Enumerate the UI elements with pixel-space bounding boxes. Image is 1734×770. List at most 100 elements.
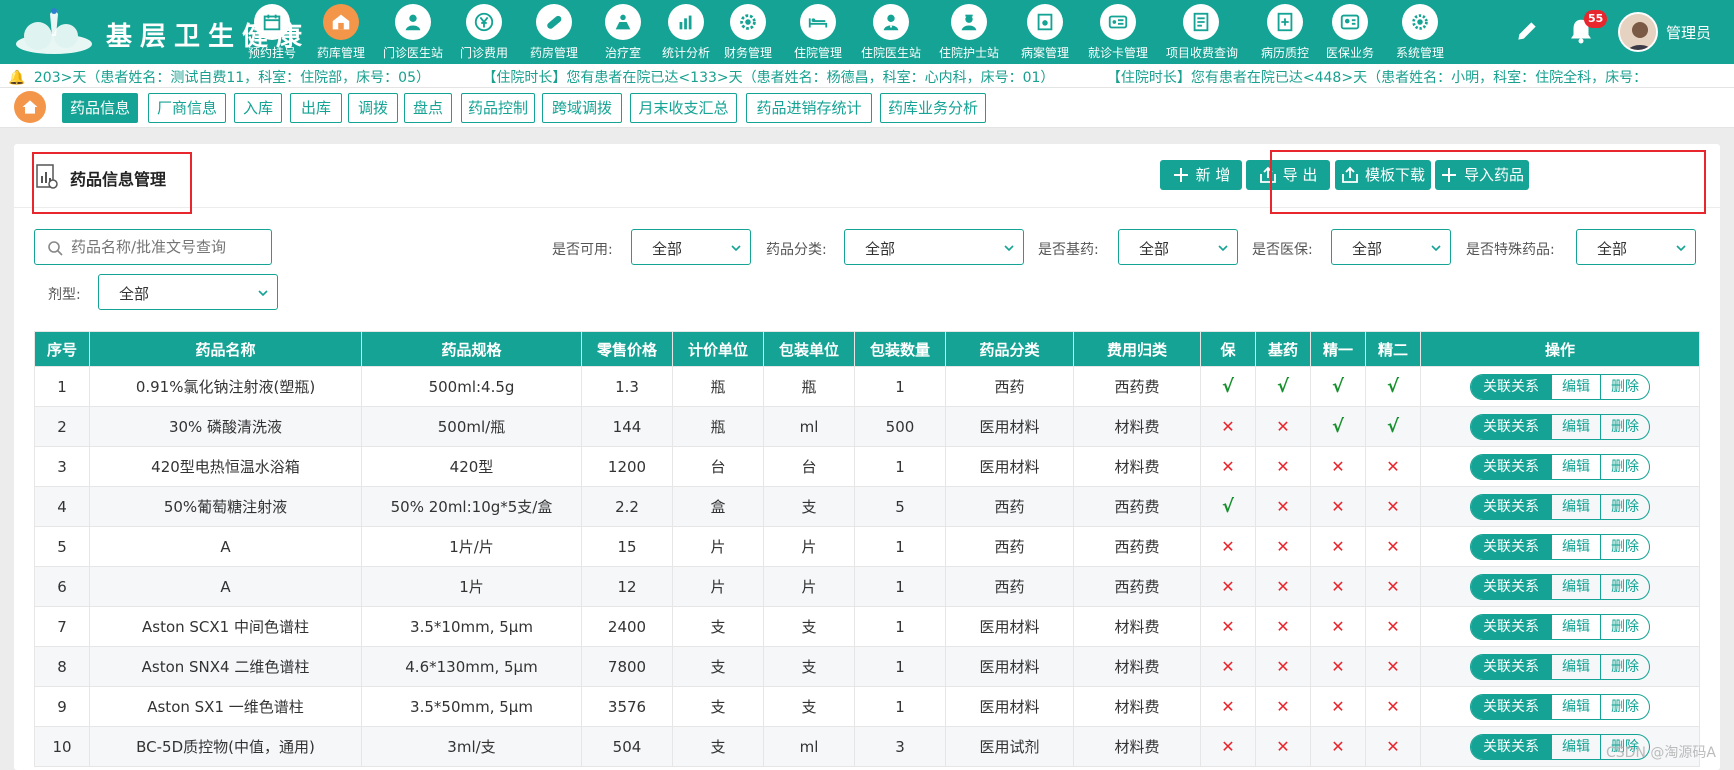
table-row[interactable]: 9 Aston SX1 一维色谱柱 3.5*50mm, 5μm 3576 支支 1 医用材料… [34, 686, 1700, 727]
cell-no: 9 [34, 686, 90, 727]
marquee-item[interactable]: 【住院时长】您有患者在院已达<133>天（患者姓名：杨德昌，科室：心内科，床号：… [482, 70, 1054, 86]
relation-button[interactable]: 关联关系 [1471, 534, 1551, 559]
search-box[interactable] [34, 229, 272, 265]
edit-button[interactable]: 编辑 [1551, 454, 1600, 479]
nav-item-6[interactable]: 治疗室 [588, 4, 658, 62]
home-icon[interactable] [14, 91, 46, 123]
nav-item-3[interactable]: 门诊医生站 [378, 4, 448, 62]
basic-drug-select[interactable]: 全部 [1118, 229, 1238, 265]
username[interactable]: 管理员 [1666, 22, 1711, 43]
special-drug-select[interactable]: 全部 [1576, 229, 1696, 265]
row-action-group: 关联关系 编辑 删除 [1470, 413, 1650, 440]
edit-button[interactable]: 编辑 [1551, 694, 1600, 719]
table-row[interactable]: 1 0.91%氯化钠注射液(塑瓶) 500ml:4.5g 1.3 瓶瓶 1 西药 西药费 √ √ √… [34, 366, 1700, 407]
relation-button[interactable]: 关联关系 [1471, 694, 1551, 719]
table-row[interactable]: 10 BC-5D质控物(中值，通用) 3ml/支 504 支 ml 3 医用试剂 材料费 ✕ ✕ ✕ ✕… [34, 726, 1700, 767]
edit-button[interactable]: 编辑 [1551, 574, 1600, 599]
nav-item-13[interactable]: 就诊卡管理 [1083, 4, 1153, 62]
delete-button[interactable]: 删除 [1600, 654, 1649, 679]
nav-item-4[interactable]: 门诊费用 [449, 4, 519, 62]
available-select[interactable]: 全部 [631, 229, 751, 265]
chevron-down-icon [731, 245, 741, 252]
nav-item-14[interactable]: 项目收费查询 [1166, 4, 1238, 62]
edit-button[interactable]: 编辑 [1551, 494, 1600, 519]
cross-icon: ✕ [1386, 537, 1400, 556]
delete-button[interactable]: 删除 [1600, 454, 1649, 479]
tab-3[interactable]: 入库 [234, 93, 282, 123]
nav-item-12[interactable]: 病案管理 [1010, 4, 1080, 62]
cell-spec: 1片 [361, 566, 582, 607]
nav-item-5[interactable]: 药房管理 [519, 4, 589, 62]
add-button[interactable]: 新 增 [1160, 160, 1242, 190]
cell-pack-unit: 支 [763, 686, 855, 727]
tab-1[interactable]: 药品信息 [62, 93, 138, 123]
tab-4[interactable]: 出库 [290, 93, 342, 123]
relation-button[interactable]: 关联关系 [1471, 734, 1551, 759]
delete-button[interactable]: 删除 [1600, 614, 1649, 639]
relation-button[interactable]: 关联关系 [1471, 494, 1551, 519]
tab-11[interactable]: 药库业务分析 [880, 93, 986, 123]
table-row[interactable]: 4 50%葡萄糖注射液 50% 20ml:10g*5支/盒 2.2 盒支 5 西药 西药费 √ ✕… [34, 486, 1700, 527]
edit-button[interactable]: 编辑 [1551, 654, 1600, 679]
table-row[interactable]: 7 Aston SCX1 中间色谱柱 3.5*10mm, 5μm 2400 支支 1 医用材… [34, 606, 1700, 647]
delete-button[interactable]: 删除 [1600, 494, 1649, 519]
table-row[interactable]: 8 Aston SNX4 二维色谱柱 4.6*130mm, 5μm 7800 支支 1 医用… [34, 646, 1700, 687]
relation-button[interactable]: 关联关系 [1471, 414, 1551, 439]
relation-button[interactable]: 关联关系 [1471, 374, 1551, 399]
nav-item-2[interactable]: 药库管理 [306, 4, 376, 62]
category-select[interactable]: 全部 [844, 229, 1024, 265]
notification-badge: 55 [1584, 10, 1608, 28]
relation-button[interactable]: 关联关系 [1471, 454, 1551, 479]
cross-icon: ✕ [1386, 617, 1400, 636]
table-row[interactable]: 5 A 1片/片 15 片片 1 西药 西药费 ✕ ✕ ✕ ✕ 关联关系 编辑 删除 [34, 526, 1700, 567]
nav-item-8[interactable]: 财务管理 [713, 4, 783, 62]
edit-button[interactable]: 编辑 [1551, 614, 1600, 639]
edit-button[interactable]: 编辑 [1551, 414, 1600, 439]
nav-item-1[interactable]: 预约挂号 [237, 4, 307, 62]
dosage-select[interactable]: 全部 [98, 274, 278, 310]
table-row[interactable]: 2 30% 磷酸清洗液 500ml/瓶 144 瓶 ml 500 医用材料 材料费 ✕ ✕ √ √ 关联关… [34, 406, 1700, 447]
relation-button[interactable]: 关联关系 [1471, 654, 1551, 679]
edit-button[interactable]: 编辑 [1551, 734, 1600, 759]
tab-6[interactable]: 盘点 [404, 93, 452, 123]
content-card: 药品信息管理 新 增 导 出 模板下载 导入药品 是否可用: 全部 药品分类: … [14, 144, 1720, 770]
nav-item-16[interactable]: 医保业务 [1315, 4, 1385, 62]
relation-button[interactable]: 关联关系 [1471, 574, 1551, 599]
delete-button[interactable]: 删除 [1600, 414, 1649, 439]
avatar[interactable] [1618, 12, 1658, 52]
insurance-select[interactable]: 全部 [1331, 229, 1451, 265]
marquee-item[interactable]: 【住院时长】您有患者在院已达<448>天（患者姓名：小明，科室：住院全科，床号： [1107, 70, 1647, 86]
tab-2[interactable]: 厂商信息 [148, 93, 226, 123]
cell-flag: ✕ [1255, 486, 1311, 527]
tab-5[interactable]: 调拨 [348, 93, 398, 123]
tab-8[interactable]: 跨域调拨 [542, 93, 622, 123]
notice-marquee: 🔔 203>天（患者姓名：测试自费11，科室：住院部，床号：05） 【住院时长】… [0, 64, 1734, 88]
marquee-item[interactable]: 203>天（患者姓名：测试自费11，科室：住院部，床号：05） [34, 70, 430, 86]
delete-button[interactable]: 删除 [1600, 694, 1649, 719]
search-input[interactable] [71, 236, 266, 258]
cell-unit: 支 [672, 646, 764, 687]
cell-flag: ✕ [1200, 686, 1256, 727]
edit-pencil-icon[interactable] [1514, 18, 1540, 44]
cell-unit: 台 [672, 446, 764, 487]
nav-item-17[interactable]: 系统管理 [1385, 4, 1455, 62]
cell-flag: ✕ [1310, 686, 1366, 727]
nav-item-15[interactable]: 病历质控 [1250, 4, 1320, 62]
table-row[interactable]: 6 A 1片 12 片片 1 西药 西药费 ✕ ✕ ✕ ✕ 关联关系 编辑 删除 [34, 566, 1700, 607]
relation-button[interactable]: 关联关系 [1471, 614, 1551, 639]
delete-button[interactable]: 删除 [1600, 374, 1649, 399]
tab-10[interactable]: 药品进销存统计 [746, 93, 872, 123]
tab-9[interactable]: 月末收支汇总 [630, 93, 737, 123]
delete-button[interactable]: 删除 [1600, 574, 1649, 599]
edit-button[interactable]: 编辑 [1551, 374, 1600, 399]
nav-item-10[interactable]: 住院医生站 [856, 4, 926, 62]
nav-item-7[interactable]: 统计分析 [651, 4, 721, 62]
nav-item-9[interactable]: 住院管理 [783, 4, 853, 62]
cell-unit: 瓶 [672, 366, 764, 407]
nav-item-11[interactable]: 住院护士站 [934, 4, 1004, 62]
delete-button[interactable]: 删除 [1600, 534, 1649, 559]
edit-button[interactable]: 编辑 [1551, 534, 1600, 559]
cross-icon: ✕ [1386, 737, 1400, 756]
tab-7[interactable]: 药品控制 [461, 93, 535, 123]
table-row[interactable]: 3 420型电热恒温水浴箱 420型 1200 台台 1 医用材料 材料费 ✕ ✕ ✕ ✕ 关联关系 编辑… [34, 446, 1700, 487]
